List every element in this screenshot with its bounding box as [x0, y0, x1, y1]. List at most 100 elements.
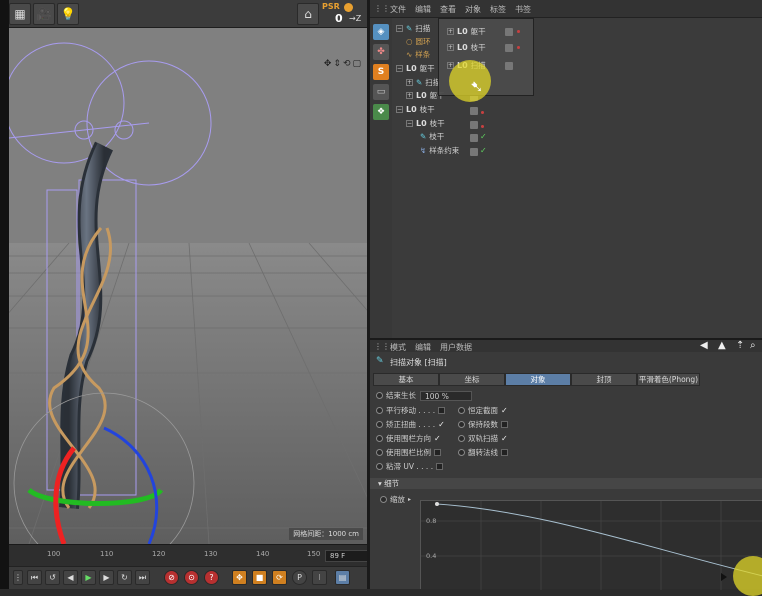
3d-viewport[interactable]: ✥⇕⟲▢ 网格间距：1000 cm: [9, 28, 367, 544]
anim-radio-icon[interactable]: [376, 392, 383, 399]
tab-coord[interactable]: 坐标: [439, 373, 505, 386]
anim-radio-icon[interactable]: [376, 421, 383, 428]
layer-tag-icon[interactable]: [470, 107, 478, 115]
next-frame-icon[interactable]: ▶: [99, 570, 114, 585]
menu-tags[interactable]: 标签: [490, 4, 506, 15]
scale-spline-graph[interactable]: 0.8 0.4: [420, 500, 762, 590]
tab-phong[interactable]: 平滑着色(Phong): [637, 373, 700, 386]
handle-icon[interactable]: ⋮: [13, 570, 23, 585]
layer-tag-icon[interactable]: [470, 148, 478, 156]
enabled-check-icon[interactable]: ✓: [480, 146, 487, 155]
prop-checkbox[interactable]: [501, 449, 508, 456]
expand-icon[interactable]: +: [406, 79, 413, 86]
layer-tag-icon: [505, 28, 513, 36]
layer-tag-icon[interactable]: [470, 121, 478, 129]
light-icon[interactable]: 💡: [57, 3, 79, 25]
details-section-header[interactable]: ▾ 细节: [370, 478, 762, 489]
play-icon[interactable]: ▶: [81, 570, 96, 585]
record-icon[interactable]: ⊘: [164, 570, 179, 585]
film-icon[interactable]: ▤: [335, 570, 350, 585]
up-arrow-icon[interactable]: ▲: [718, 340, 726, 351]
spline-constraint-icon: ↯: [420, 146, 427, 155]
back-arrow-icon[interactable]: ◀: [700, 340, 708, 351]
scale-key-icon[interactable]: ■: [252, 570, 267, 585]
anim-radio-icon[interactable]: [376, 449, 383, 456]
tree-row[interactable]: − ✎ 扫描: [396, 22, 430, 35]
circle-spline-icon: ○: [406, 37, 413, 46]
prop-check-icon[interactable]: ✓: [438, 420, 445, 429]
anim-radio-icon[interactable]: [458, 407, 465, 414]
menu-edit[interactable]: 编辑: [415, 4, 431, 15]
rotate-key-icon[interactable]: ⟳: [272, 570, 287, 585]
tree-row-label: 样条约束: [429, 146, 460, 155]
go-start-icon[interactable]: ⏮: [27, 570, 42, 585]
param-key-icon[interactable]: P: [292, 570, 307, 585]
prop-checkbox[interactable]: [501, 421, 508, 428]
takes-tab-icon[interactable]: ✤: [373, 44, 389, 60]
collapse-icon[interactable]: −: [396, 65, 403, 72]
tree-row[interactable]: ↯ 样条约束: [420, 144, 459, 157]
tree-row-label: 枝干: [429, 132, 445, 141]
expand-icon: +: [447, 44, 454, 51]
expand-arrow-icon[interactable]: ▸: [408, 496, 411, 503]
tree-row[interactable]: − L0 枝干: [406, 117, 445, 130]
content-browser-icon[interactable]: S: [373, 64, 389, 80]
anim-radio-icon[interactable]: [458, 421, 465, 428]
anim-radio-icon[interactable]: [458, 435, 465, 442]
enabled-check-icon[interactable]: ✓: [480, 132, 487, 141]
tab-basic[interactable]: 基本: [373, 373, 439, 386]
tree-row[interactable]: − L0 躯干: [396, 62, 435, 75]
next-key-icon[interactable]: ↻: [117, 570, 132, 585]
tree-row[interactable]: ∿ 样条: [406, 48, 430, 61]
structure-tab-icon[interactable]: ▭: [373, 84, 389, 100]
psr-icon[interactable]: ⌂: [297, 3, 319, 25]
auto-key-icon[interactable]: ⊙: [184, 570, 199, 585]
visibility-dot-icon[interactable]: [481, 125, 484, 128]
anim-radio-icon[interactable]: [376, 463, 383, 470]
timeline-ruler[interactable]: 100 110 120 130 140 150 89 F: [9, 544, 375, 566]
objects-tab-icon[interactable]: ◈: [373, 24, 389, 40]
tree-row[interactable]: + ✎ 扫描: [406, 76, 440, 89]
camera-icon[interactable]: 🎥: [33, 3, 55, 25]
anim-radio-icon[interactable]: [376, 407, 383, 414]
anim-radio-icon[interactable]: [380, 496, 387, 503]
collapse-icon[interactable]: −: [396, 25, 403, 32]
prev-frame-icon[interactable]: ◀: [63, 570, 78, 585]
prop-check-icon[interactable]: ✓: [434, 434, 441, 443]
drag-handle-icon[interactable]: ⋮⋮: [374, 342, 390, 351]
tree-row[interactable]: ✎ 枝干: [420, 130, 444, 143]
move-key-icon[interactable]: ✥: [232, 570, 247, 585]
graph-tick: 0.4: [426, 552, 437, 560]
visibility-dot-icon[interactable]: [481, 111, 484, 114]
tree-row[interactable]: − L0 枝干: [396, 103, 435, 116]
tree-row[interactable]: ○ 圆环: [406, 35, 431, 48]
anim-radio-icon[interactable]: [376, 435, 383, 442]
expand-icon[interactable]: +: [406, 92, 413, 99]
up-icon[interactable]: ⇡: [736, 340, 744, 351]
prop-checkbox[interactable]: [438, 407, 446, 414]
anim-radio-icon[interactable]: [458, 449, 465, 456]
collapse-icon[interactable]: −: [396, 106, 403, 113]
menu-bookmarks[interactable]: 书签: [515, 4, 531, 15]
menu-file[interactable]: 文件: [390, 4, 406, 15]
prop-check-icon[interactable]: ✓: [501, 434, 508, 443]
prop-check-icon[interactable]: ✓: [501, 406, 508, 415]
key-selection-icon[interactable]: ?: [204, 570, 219, 585]
layers-tab-icon[interactable]: ❖: [373, 104, 389, 120]
viewport-nav-icons[interactable]: ✥⇕⟲▢: [324, 59, 363, 69]
layer-tag-icon[interactable]: [470, 134, 478, 142]
tab-object[interactable]: 对象: [505, 373, 571, 386]
prev-key-icon[interactable]: ↺: [45, 570, 60, 585]
grid-view-icon[interactable]: ▦: [9, 3, 31, 25]
search-icon[interactable]: ⌕: [750, 340, 756, 351]
menu-object[interactable]: 对象: [465, 4, 481, 15]
collapse-icon[interactable]: −: [406, 120, 413, 127]
menu-view[interactable]: 查看: [440, 4, 456, 15]
prop-checkbox[interactable]: [434, 449, 441, 456]
go-end-icon[interactable]: ⏭: [135, 570, 150, 585]
point-level-icon[interactable]: ⁝: [312, 570, 327, 585]
tab-caps[interactable]: 封顶: [571, 373, 637, 386]
end-growth-field[interactable]: 100 %: [420, 390, 472, 401]
drag-handle-icon[interactable]: ⋮⋮: [374, 4, 390, 13]
prop-checkbox[interactable]: [436, 463, 444, 470]
